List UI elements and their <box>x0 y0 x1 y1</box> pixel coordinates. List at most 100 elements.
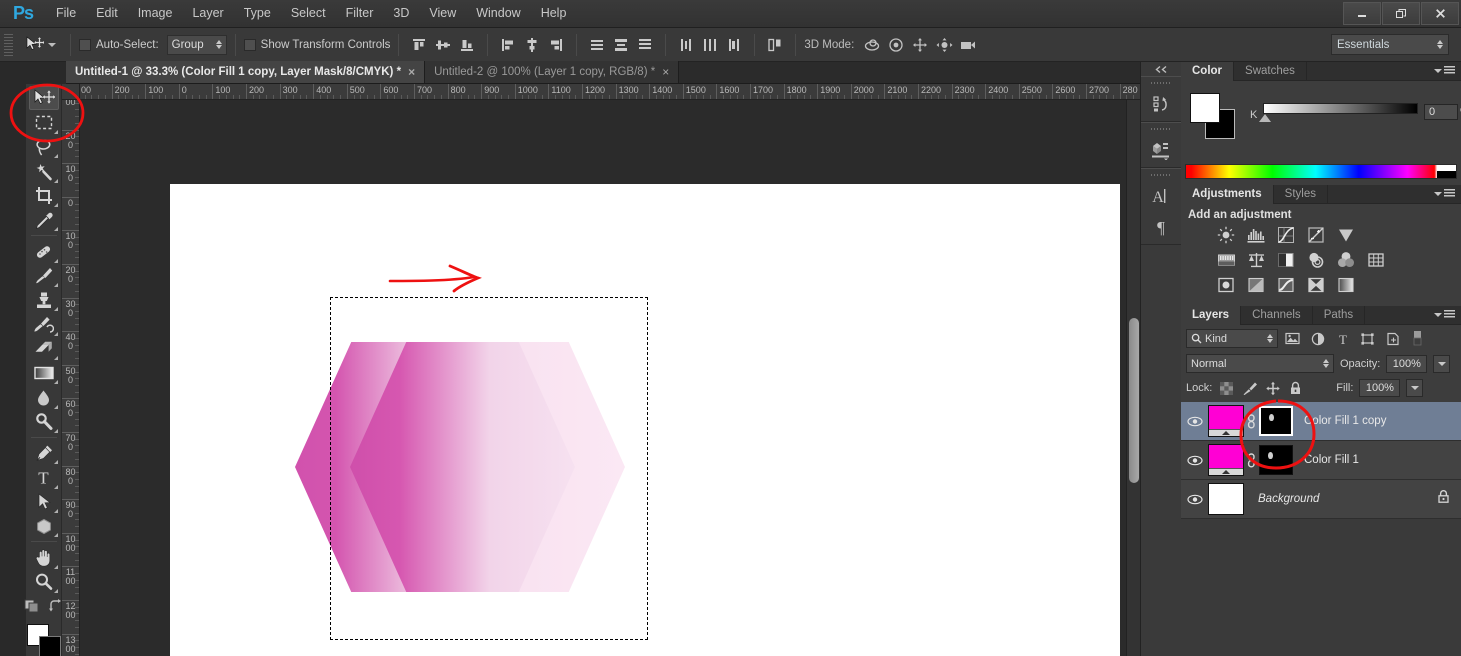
menu-filter[interactable]: Filter <box>336 0 384 27</box>
menu-select[interactable]: Select <box>281 0 336 27</box>
layer-row-color-fill-1-copy[interactable]: Color Fill 1 copy <box>1181 402 1461 441</box>
layer-row-background[interactable]: Background <box>1181 480 1461 519</box>
layer-visibility-toggle[interactable] <box>1181 416 1208 427</box>
color-swatches[interactable] <box>26 624 61 656</box>
layer-mask-thumbnail[interactable] <box>1259 445 1293 475</box>
layer-name[interactable]: Color Fill 1 copy <box>1293 415 1461 427</box>
filter-smart-object-icon[interactable] <box>1382 329 1403 348</box>
swap-colors-icon[interactable] <box>48 598 63 618</box>
character-panel-icon[interactable]: A <box>1141 180 1181 211</box>
foreground-color-swatch[interactable] <box>1190 93 1220 123</box>
layer-visibility-toggle[interactable] <box>1181 455 1208 466</box>
blur-tool[interactable] <box>29 385 59 409</box>
blend-mode-select[interactable]: Normal <box>1186 354 1334 373</box>
clone-stamp-tool[interactable] <box>29 288 59 312</box>
lock-transparent-pixels-icon[interactable] <box>1218 380 1235 397</box>
panel-grip[interactable] <box>1151 125 1171 132</box>
color-spectrum-ramp[interactable] <box>1185 164 1457 179</box>
layer-thumbnail[interactable] <box>1208 483 1244 515</box>
dodge-tool[interactable] <box>29 410 59 434</box>
path-selection-tool[interactable] <box>29 490 59 514</box>
menu-help[interactable]: Help <box>531 0 577 27</box>
canvas-area[interactable] <box>80 100 1140 656</box>
tool-preset-picker[interactable] <box>17 34 62 56</box>
eyedropper-tool[interactable] <box>29 208 59 232</box>
restore-button[interactable] <box>1382 2 1420 25</box>
auto-select-scope-select[interactable]: Group <box>166 34 227 55</box>
background-color-swatch[interactable] <box>38 636 61 656</box>
layer-thumbnail[interactable] <box>1208 444 1244 476</box>
gradient-tool[interactable] <box>29 361 59 385</box>
options-bar-grip[interactable] <box>4 33 13 56</box>
align-left-edges-icon[interactable] <box>497 34 519 56</box>
filter-adjustment-icon[interactable] <box>1307 329 1328 348</box>
3d-roll-icon[interactable] <box>885 34 907 56</box>
rectangular-marquee-tool[interactable] <box>29 110 59 134</box>
brightness-contrast-icon[interactable] <box>1215 225 1237 245</box>
eraser-tool[interactable] <box>29 337 59 361</box>
levels-icon[interactable] <box>1245 225 1267 245</box>
minimize-button[interactable] <box>1343 2 1381 25</box>
curves-icon[interactable] <box>1275 225 1297 245</box>
tab-color[interactable]: Color <box>1181 62 1235 81</box>
menu-edit[interactable]: Edit <box>86 0 128 27</box>
close-button[interactable] <box>1421 2 1459 25</box>
polygon-shape-tool[interactable] <box>29 514 59 538</box>
ruler-corner[interactable] <box>62 84 80 100</box>
tab-adjustments[interactable]: Adjustments <box>1181 185 1274 204</box>
k-channel-slider[interactable] <box>1263 103 1418 114</box>
distribute-left-edges-icon[interactable] <box>675 34 697 56</box>
tab-paths[interactable]: Paths <box>1313 306 1366 325</box>
document-canvas[interactable] <box>170 184 1120 656</box>
magic-wand-tool[interactable] <box>29 159 59 183</box>
filter-pixel-icon[interactable] <box>1282 329 1303 348</box>
lock-all-icon[interactable] <box>1287 380 1304 397</box>
canvas-vertical-scrollbar[interactable] <box>1126 100 1140 656</box>
layer-mask-link-icon[interactable] <box>1244 413 1259 429</box>
history-brush-tool[interactable] <box>29 312 59 336</box>
panel-menu-icon[interactable] <box>1434 189 1455 198</box>
auto-select-checkbox[interactable] <box>79 38 91 51</box>
scrollbar-thumb[interactable] <box>1129 318 1139 483</box>
k-slider-thumb[interactable] <box>1259 114 1271 122</box>
photo-filter-icon[interactable] <box>1305 250 1327 270</box>
layer-visibility-toggle[interactable] <box>1181 494 1208 505</box>
threshold-icon[interactable] <box>1275 275 1297 295</box>
lock-position-icon[interactable] <box>1264 380 1281 397</box>
auto-select-option[interactable]: Auto-Select: <box>79 38 159 51</box>
menu-image[interactable]: Image <box>128 0 183 27</box>
paragraph-panel-icon[interactable]: ¶ <box>1141 211 1181 242</box>
align-bottom-edges-icon[interactable] <box>456 34 478 56</box>
selective-color-icon[interactable] <box>1335 275 1357 295</box>
move-tool[interactable] <box>28 86 59 111</box>
hand-tool[interactable] <box>29 545 59 569</box>
panel-grip[interactable] <box>1151 79 1171 86</box>
brush-tool[interactable] <box>29 264 59 288</box>
tab-swatches[interactable]: Swatches <box>1234 62 1307 81</box>
align-horizontal-centers-icon[interactable] <box>521 34 543 56</box>
mini-bridge-panel-icon[interactable] <box>1141 134 1181 165</box>
hue-saturation-icon[interactable] <box>1215 250 1237 270</box>
quick-mask-icon[interactable] <box>24 598 42 618</box>
distribute-vertical-centers-icon[interactable] <box>610 34 632 56</box>
spot-healing-brush-tool[interactable] <box>29 239 59 263</box>
tab-layers[interactable]: Layers <box>1181 306 1242 325</box>
color-balance-icon[interactable] <box>1245 250 1267 270</box>
opacity-dropdown-button[interactable] <box>1433 354 1451 373</box>
pen-tool[interactable] <box>29 441 59 465</box>
3d-pan-icon[interactable] <box>909 34 931 56</box>
align-vertical-centers-icon[interactable] <box>432 34 454 56</box>
fill-dropdown-button[interactable] <box>1406 379 1424 397</box>
filter-type-icon[interactable]: T <box>1332 329 1353 348</box>
3d-orbit-icon[interactable] <box>861 34 883 56</box>
exposure-icon[interactable] <box>1305 225 1327 245</box>
auto-align-layers-icon[interactable] <box>764 34 786 56</box>
tab-channels[interactable]: Channels <box>1241 306 1313 325</box>
posterize-icon[interactable] <box>1245 275 1267 295</box>
panel-menu-icon[interactable] <box>1434 66 1455 75</box>
show-transform-controls-option[interactable]: Show Transform Controls <box>243 38 390 51</box>
close-icon[interactable]: × <box>662 66 669 78</box>
history-panel-icon[interactable] <box>1141 88 1181 119</box>
panel-grip[interactable] <box>1151 171 1171 178</box>
vertical-ruler[interactable]: 00 200 100 0 100 200 300 400 500 600 700 800 900 1000… <box>62 100 80 656</box>
